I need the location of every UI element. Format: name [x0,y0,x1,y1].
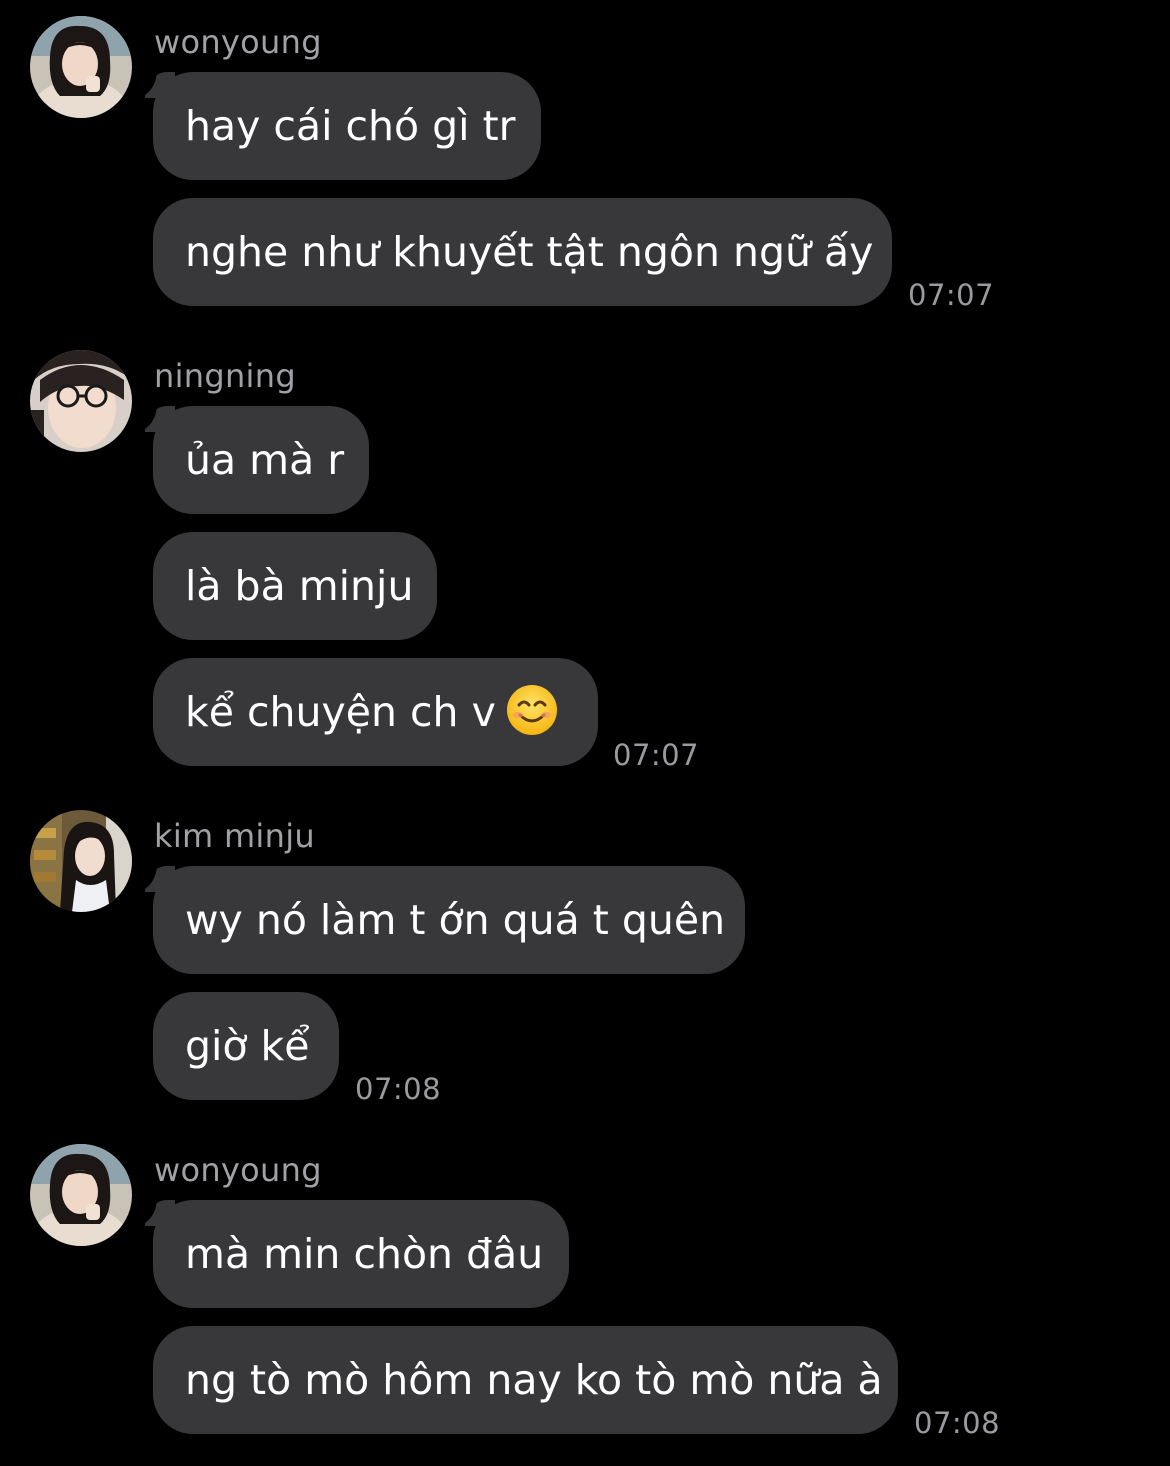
avatar-photo [30,350,132,452]
message-text: ủa mà r [185,436,345,484]
avatar[interactable] [30,1144,132,1246]
message-text: nghe như khuyết tật ngôn ngữ ấy [185,228,874,276]
message-bubble[interactable]: kể chuyện ch v [153,658,598,766]
message-timestamp: 07:07 [908,278,995,312]
message-bubble[interactable]: là bà minju [153,532,437,640]
sender-name: wonyoung [154,1151,322,1189]
message-timestamp: 07:07 [613,738,700,772]
avatar[interactable] [30,16,132,118]
avatar[interactable] [30,810,132,912]
avatar-photo [30,16,132,118]
message-text: hay cái chó gì tr [185,102,516,150]
sender-name: wonyoung [154,23,322,61]
message-bubble[interactable]: nghe như khuyết tật ngôn ngữ ấy [153,198,892,306]
message-text: wy nó làm t ớn quá t quên [185,896,726,944]
avatar-photo [30,810,132,912]
message-text: kể chuyện ch v [185,688,496,736]
message-text: giờ kể [185,1022,310,1070]
message-bubble[interactable]: wy nó làm t ớn quá t quên [133,862,745,974]
message-text: ng tò mò hôm nay ko tò mò nữa à [185,1356,883,1404]
sender-name: kim minju [154,817,315,855]
message-bubble[interactable]: hay cái chó gì tr [133,68,541,180]
smiling-face-emoji [506,685,557,735]
message-bubble[interactable]: giờ kể [153,992,339,1100]
message-bubble[interactable]: ng tò mò hôm nay ko tò mò nữa à [153,1326,898,1434]
message-timestamp: 07:08 [355,1072,442,1106]
avatar[interactable] [30,350,132,452]
message-text: mà min chòn đâu [185,1230,544,1278]
avatar-photo [30,1144,132,1246]
sender-name: ningning [154,357,296,395]
message-timestamp: 07:08 [914,1406,1001,1440]
message-bubble[interactable]: ủa mà r [133,402,369,514]
message-text: là bà minju [185,562,414,610]
message-bubble[interactable]: mà min chòn đâu [133,1196,569,1308]
